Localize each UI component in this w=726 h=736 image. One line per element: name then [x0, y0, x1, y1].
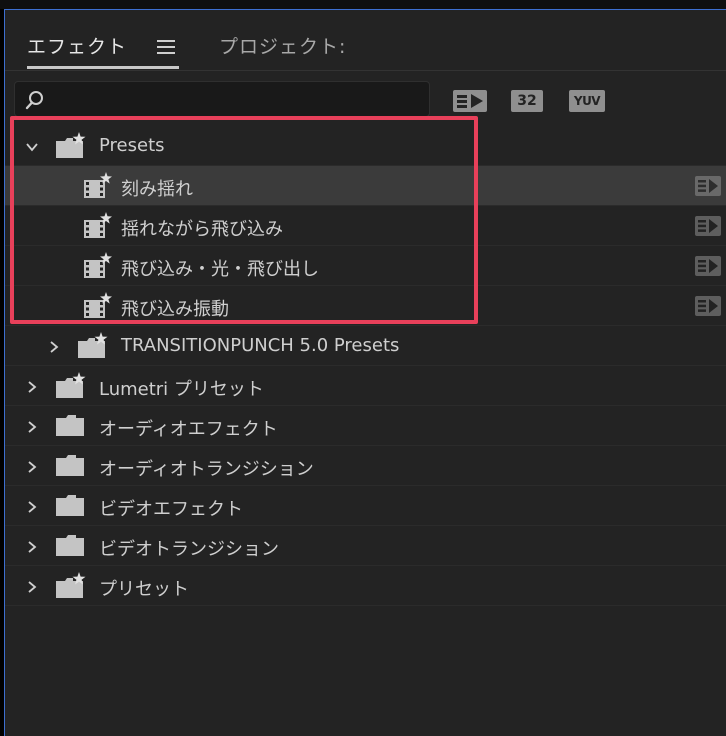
chevron-down-icon[interactable]	[25, 139, 39, 153]
tree-row[interactable]: オーディオエフェクト	[5, 406, 726, 446]
tree-row-label: オーディオトランジション	[99, 459, 314, 480]
folder-icon	[55, 492, 85, 522]
32bit-badge: 32	[511, 90, 543, 112]
chevron-right-icon[interactable]	[25, 459, 39, 473]
tree-row[interactable]: Presets	[5, 126, 726, 166]
panel-menu-icon[interactable]	[157, 40, 175, 54]
chevron-right-icon[interactable]	[25, 379, 39, 393]
preset-clip-icon	[83, 252, 113, 284]
preset-clip-icon	[83, 172, 113, 204]
accelerated-effect-icon	[695, 176, 721, 196]
tree-row[interactable]: Lumetri プリセット	[5, 366, 726, 406]
accelerated-effect-icon	[695, 296, 721, 316]
tree-row-label: 飛び込み・光・飛び出し	[121, 259, 319, 280]
yuv-badge: YUV	[569, 90, 605, 112]
preset-clip-icon	[83, 292, 113, 324]
tree-row-label: 揺れながら飛び込み	[121, 219, 283, 240]
tree-row[interactable]: オーディオトランジション	[5, 446, 726, 486]
tree-row[interactable]: 飛び込み振動	[5, 286, 726, 326]
accelerated-effect-icon	[695, 256, 721, 276]
chevron-right-icon[interactable]	[47, 339, 61, 353]
preset-folder-icon	[55, 572, 87, 604]
tab-divider	[5, 70, 726, 71]
tree-row-label: 刻み揺れ	[121, 179, 193, 200]
folder-icon	[55, 532, 85, 562]
tree-row[interactable]: 揺れながら飛び込み	[5, 206, 726, 246]
chevron-right-icon[interactable]	[25, 539, 39, 553]
search-input[interactable]	[51, 88, 425, 112]
tree-row[interactable]: ビデオトランジション	[5, 526, 726, 566]
search-icon	[25, 90, 45, 114]
tree-row-label: TRANSITIONPUNCH 5.0 Presets	[121, 335, 400, 356]
tab-project[interactable]: プロジェクト:	[219, 32, 346, 59]
preset-clip-icon	[83, 212, 113, 244]
accelerated-effects-icon	[453, 90, 487, 112]
tree-row[interactable]: TRANSITIONPUNCH 5.0 Presets	[5, 326, 726, 366]
folder-icon	[55, 452, 85, 482]
32bit-filter-button[interactable]: 32	[511, 90, 543, 112]
tree-row-label: ビデオトランジション	[99, 539, 279, 560]
folder-icon	[55, 412, 85, 442]
search-box[interactable]	[14, 81, 430, 117]
tree-row-label: Presets	[99, 135, 165, 156]
effects-panel: エフェクト プロジェクト: 32 YUV Presets 刻み揺れ揺れながら飛び込…	[4, 9, 726, 736]
tree-row-label: プリセット	[99, 579, 189, 600]
chevron-right-icon[interactable]	[25, 579, 39, 593]
app-top-bar	[0, 0, 726, 9]
accelerated-effects-filter-button[interactable]	[453, 90, 487, 112]
preset-folder-icon	[55, 372, 87, 404]
active-tab-underline	[27, 66, 179, 69]
accelerated-effect-icon	[695, 216, 721, 236]
yuv-filter-button[interactable]: YUV	[569, 90, 605, 112]
tab-effects[interactable]: エフェクト	[27, 32, 127, 59]
tree-row-label: オーディオエフェクト	[99, 419, 278, 440]
tree-row[interactable]: 刻み揺れ	[5, 166, 726, 206]
preset-folder-icon	[55, 132, 87, 164]
tree-row[interactable]: プリセット	[5, 566, 726, 606]
chevron-right-icon[interactable]	[25, 419, 39, 433]
effects-tree: Presets 刻み揺れ揺れながら飛び込み飛び込み・光・飛び出し 飛び込み振動 TRA…	[5, 126, 726, 606]
tree-row-label: Lumetri プリセット	[99, 379, 264, 400]
tree-row[interactable]: 飛び込み・光・飛び出し	[5, 246, 726, 286]
tree-row-label: 飛び込み振動	[121, 299, 229, 320]
chevron-right-icon[interactable]	[25, 499, 39, 513]
tree-row[interactable]: ビデオエフェクト	[5, 486, 726, 526]
preset-folder-icon	[77, 332, 109, 364]
tree-row-label: ビデオエフェクト	[99, 499, 243, 520]
